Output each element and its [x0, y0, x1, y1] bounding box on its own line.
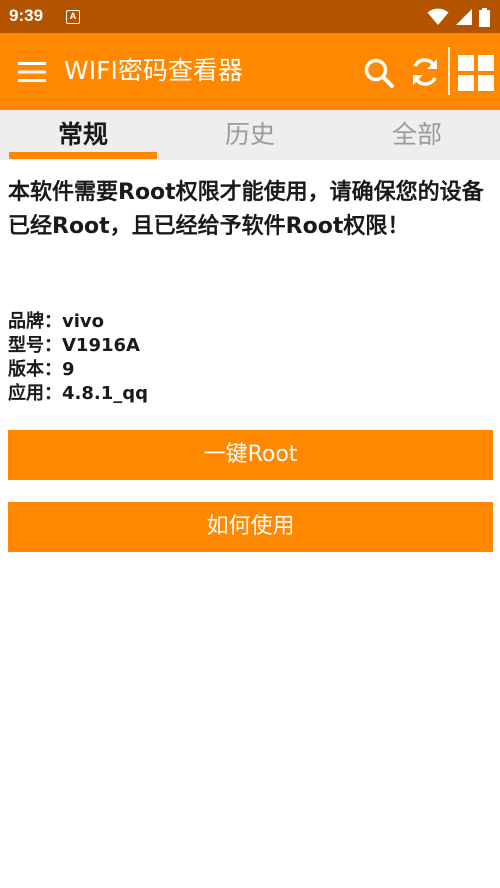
app-title: WIFI密码查看器	[64, 56, 243, 85]
search-icon[interactable]	[363, 57, 395, 89]
info-row-version: 版本：9	[8, 358, 148, 382]
tab-indicator	[9, 152, 157, 159]
info-label: 品牌：	[8, 311, 62, 332]
status-bar: 9:39 A	[0, 0, 500, 33]
info-label: 版本：	[8, 359, 62, 380]
status-icons	[427, 7, 490, 27]
info-value: V1916A	[62, 335, 140, 356]
app-bar: WIFI密码查看器	[0, 33, 500, 110]
one-click-root-button[interactable]: 一键Root	[8, 430, 493, 480]
signal-icon	[456, 9, 472, 25]
menu-icon[interactable]	[18, 61, 46, 83]
root-notice: 本软件需要Root权限才能使用，请确保您的设备已经Root，且已经给予软件Roo…	[8, 180, 484, 239]
battery-icon	[479, 7, 490, 27]
info-row-model: 型号：V1916A	[8, 334, 148, 358]
wifi-icon	[427, 8, 449, 25]
info-row-brand: 品牌：vivo	[8, 310, 148, 334]
info-label: 型号：	[8, 335, 62, 356]
grid-icon[interactable]	[458, 55, 494, 91]
device-info: 品牌：vivo 型号：V1916A 版本：9 应用：4.8.1_qq	[8, 310, 148, 406]
how-to-use-button[interactable]: 如何使用	[8, 502, 493, 552]
refresh-icon[interactable]	[408, 55, 442, 89]
tab-all[interactable]: 全部	[342, 110, 492, 160]
info-row-app: 应用：4.8.1_qq	[8, 382, 148, 406]
status-time: 9:39	[9, 6, 44, 25]
info-value: vivo	[62, 311, 105, 332]
info-value: 4.8.1_qq	[62, 383, 149, 404]
notification-icon: A	[66, 10, 80, 24]
info-label: 应用：	[8, 383, 62, 404]
tab-history[interactable]: 历史	[175, 110, 325, 160]
info-value: 9	[62, 359, 75, 380]
toolbar-divider	[448, 47, 450, 95]
